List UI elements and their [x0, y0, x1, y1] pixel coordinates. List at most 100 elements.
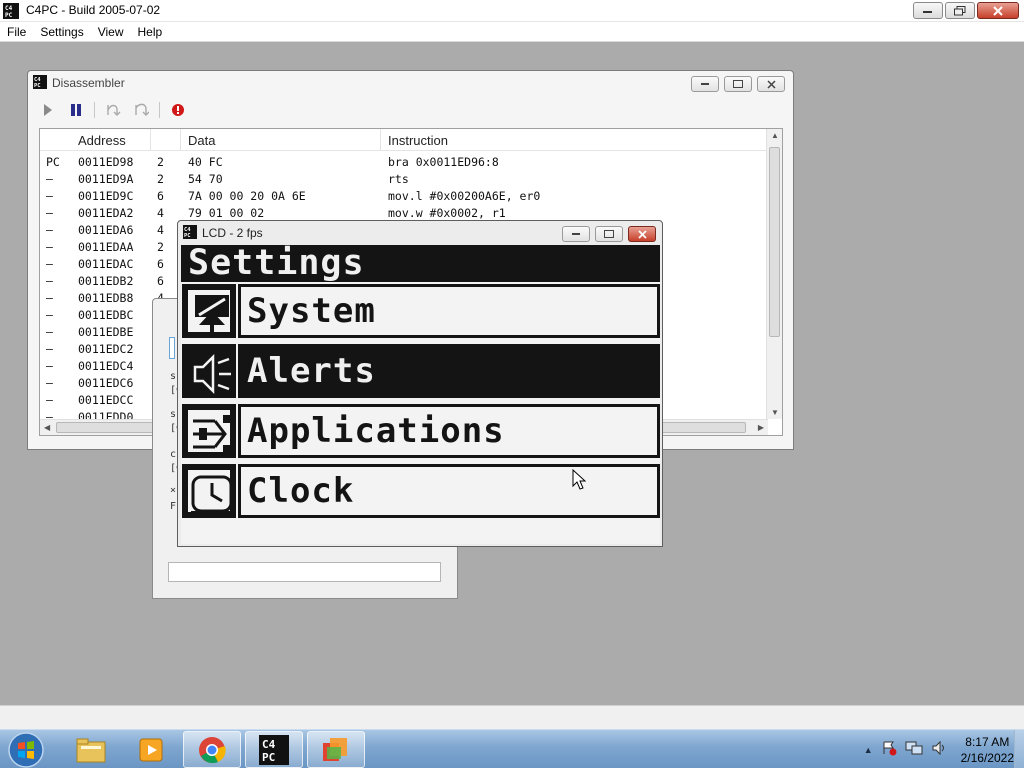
status-bar [0, 705, 1024, 729]
text-fragment: s [170, 409, 177, 420]
clock-time: 8:17 AM [965, 734, 1010, 749]
row-address: 0011EDC4 [78, 359, 134, 373]
row-marker: – [46, 189, 53, 203]
row-marker: – [46, 359, 53, 373]
menu-help[interactable]: Help [131, 22, 170, 41]
row-length: 2 [157, 172, 164, 186]
lcd-screen[interactable]: Settings System Alerts Applications Cloc… [181, 245, 660, 544]
row-address: 0011EDC2 [78, 342, 134, 356]
lcd-menu-item-system[interactable]: System [181, 283, 660, 339]
row-address: 0011EDA2 [78, 206, 134, 220]
disassembler-close-button[interactable] [757, 76, 785, 92]
app-titlebar: C4 PC C4PC - Build 2005-07-02 [0, 0, 1024, 22]
row-instruction: rts [388, 172, 409, 186]
text-fragment: s [170, 371, 177, 382]
menu-file[interactable]: File [0, 22, 33, 41]
scrollbar-thumb[interactable] [769, 147, 780, 337]
svg-text:PC: PC [184, 233, 191, 239]
taskbar-clock[interactable]: 8:17 AM 2/16/2022 [961, 734, 1014, 766]
row-marker: – [46, 308, 53, 322]
row-data: 79 01 00 02 [188, 206, 265, 220]
row-data: 7A 00 00 20 0A 6E [188, 189, 306, 203]
lcd-header: Settings [181, 245, 660, 283]
scroll-left-icon[interactable]: ◀ [44, 423, 50, 432]
menu-settings[interactable]: Settings [33, 22, 90, 41]
mouse-cursor-icon [572, 468, 587, 494]
restore-button[interactable] [945, 2, 975, 19]
action-center-icon[interactable] [881, 740, 897, 759]
svg-text:PC: PC [34, 83, 41, 89]
row-marker: – [46, 342, 53, 356]
disassembler-maximize-button[interactable] [724, 76, 752, 92]
breakpoint-button[interactable] [168, 100, 188, 120]
tray-expand-icon[interactable]: ▲ [864, 745, 873, 755]
taskbar-chrome-button[interactable] [183, 731, 241, 768]
disassembler-toolbar [38, 99, 188, 121]
scroll-down-icon[interactable]: ▼ [771, 408, 779, 417]
system-icon [182, 284, 236, 338]
taskbar-c4pc-button[interactable]: C4 PC [245, 731, 303, 768]
row-marker: – [46, 291, 53, 305]
minimize-button[interactable] [913, 2, 943, 19]
background-window-input[interactable] [168, 562, 441, 582]
row-address: 0011EDAA [78, 240, 134, 254]
toolbar-divider [159, 102, 160, 118]
row-marker: – [46, 223, 53, 237]
taskbar-media-player-button[interactable] [122, 731, 180, 768]
close-button[interactable] [977, 2, 1019, 19]
step-over-button[interactable] [131, 100, 151, 120]
row-address: 0011EDA6 [78, 223, 134, 237]
column-header-data[interactable]: Data [188, 133, 215, 148]
row-data: 54 70 [188, 172, 223, 186]
row-instruction: bra 0x0011ED96:8 [388, 155, 499, 169]
lcd-close-button[interactable] [628, 226, 656, 242]
step-into-button[interactable] [103, 100, 123, 120]
lcd-menu-item-clock[interactable]: Clock [181, 463, 660, 519]
row-address: 0011EDBC [78, 308, 134, 322]
office-app-icon [323, 737, 347, 761]
text-fragment: c [170, 449, 177, 460]
svg-text:PC: PC [262, 751, 275, 764]
lcd-menu-label: Alerts [247, 351, 376, 391]
disassembler-minimize-button[interactable] [691, 76, 719, 92]
scroll-right-icon[interactable]: ▶ [758, 423, 764, 432]
menu-view[interactable]: View [91, 22, 131, 41]
column-header-instruction[interactable]: Instruction [388, 133, 448, 148]
lcd-menu-item-applications[interactable]: Applications [181, 403, 660, 459]
taskbar-explorer-button[interactable] [62, 731, 120, 768]
row-address: 0011EDB2 [78, 274, 134, 288]
network-icon[interactable] [905, 740, 923, 759]
lcd-title: LCD - 2 fps [202, 226, 263, 240]
row-marker: – [46, 172, 53, 186]
disassembler-titlebar[interactable]: C4 PC Disassembler [28, 71, 793, 95]
lcd-menu-label: Applications [247, 411, 505, 451]
app-title: C4PC - Build 2005-07-02 [26, 3, 161, 17]
row-instruction: mov.w #0x0002, r1 [388, 206, 506, 220]
pause-button[interactable] [66, 100, 86, 120]
start-button[interactable] [6, 731, 46, 768]
background-window-button[interactable] [169, 337, 175, 359]
lcd-titlebar[interactable]: C4 PC LCD - 2 fps [178, 221, 662, 245]
vertical-scrollbar[interactable]: ▲ ▼ [766, 129, 782, 419]
table-row[interactable]: – 0011ED9A 2 54 70 rts [40, 171, 768, 188]
table-row[interactable]: – 0011ED9C 6 7A 00 00 20 0A 6E mov.l #0x0020… [40, 188, 768, 205]
taskbar-app-button[interactable] [307, 731, 365, 768]
volume-icon[interactable] [931, 740, 947, 759]
clock-icon [182, 464, 236, 518]
run-button[interactable] [38, 100, 58, 120]
table-row[interactable]: PC 0011ED98 2 40 FC bra 0x0011ED96:8 [40, 154, 768, 171]
svg-text:C4: C4 [5, 5, 13, 12]
row-length: 4 [157, 206, 164, 220]
scroll-up-icon[interactable]: ▲ [771, 131, 779, 140]
menu-bar: File Settings View Help [0, 22, 1024, 42]
lcd-minimize-button[interactable] [562, 226, 590, 242]
svg-text:PC: PC [5, 12, 13, 19]
lcd-menu-item-alerts[interactable]: Alerts [181, 343, 660, 399]
row-length: 6 [157, 189, 164, 203]
row-data: 40 FC [188, 155, 223, 169]
show-desktop-button[interactable] [1014, 730, 1024, 768]
row-address: 0011EDB8 [78, 291, 134, 305]
text-fragment: × [170, 485, 177, 496]
lcd-maximize-button[interactable] [595, 226, 623, 242]
column-header-address[interactable]: Address [78, 133, 126, 148]
